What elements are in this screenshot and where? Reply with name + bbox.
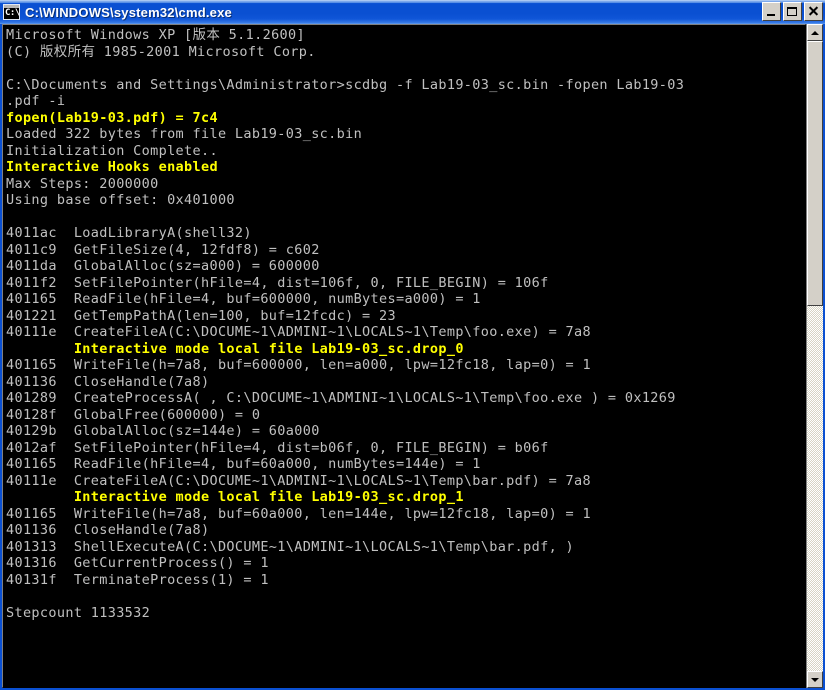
console-line: 401316 GetCurrentProcess() = 1 <box>6 555 269 571</box>
console-line: Initialization Complete.. <box>6 142 218 159</box>
cmd-window: C:\ C:\WINDOWS\system32\cmd.exe Microsof… <box>0 0 825 690</box>
console-line: 40111e CreateFileA(C:\DOCUME~1\ADMINI~1\… <box>6 472 591 489</box>
window-titlebar[interactable]: C:\ C:\WINDOWS\system32\cmd.exe <box>0 0 825 24</box>
console-line: 401136 CloseHandle(7a8) <box>6 373 210 390</box>
console-line: Interactive Hooks enabled <box>6 159 218 175</box>
console-line: 401165 WriteFile(h=7a8, buf=60a000, len=… <box>6 505 591 522</box>
console-line: Interactive mode local file Lab19-03_sc.… <box>6 489 464 505</box>
console-line: 401313 ShellExecuteA(C:\DOCUME~1\ADMINI~… <box>6 538 575 555</box>
console-line: Stepcount 1133532 <box>6 604 151 621</box>
console-line: 4011f2 SetFilePointer(hFile=4, dist=106f… <box>6 274 549 291</box>
console-line: 401165 ReadFile(hFile=4, buf=600000, num… <box>6 291 481 307</box>
console-line: 4011da GlobalAlloc(sz=a000) = 600000 <box>6 258 320 274</box>
console-line: 401289 CreateProcessA( , C:\DOCUME~1\ADM… <box>6 390 676 406</box>
console-line: 4011c9 GetFileSize(4, 12fdf8) = c602 <box>6 241 320 258</box>
scrollbar-track[interactable] <box>807 41 823 671</box>
scrollbar-thumb[interactable] <box>807 41 823 306</box>
console-line: (C) 版权所有 1985-2001 Microsoft Corp. <box>6 43 316 60</box>
close-button[interactable] <box>804 2 823 21</box>
vertical-scrollbar[interactable] <box>806 24 823 688</box>
console-text: Microsoft Windows XP [版本 5.1.2600] (C) 版权… <box>3 25 805 688</box>
console-line: 40129b GlobalAlloc(sz=144e) = 60a000 <box>6 423 320 439</box>
console-line: Using base offset: 0x401000 <box>6 192 235 208</box>
window-controls <box>762 2 823 21</box>
console-line: Interactive mode local file Lab19-03_sc.… <box>6 340 464 357</box>
console-line: 40111e CreateFileA(C:\DOCUME~1\ADMINI~1\… <box>6 324 591 340</box>
console-line: 401136 CloseHandle(7a8) <box>6 522 210 538</box>
scroll-up-button[interactable] <box>807 24 823 41</box>
window-client-area: Microsoft Windows XP [版本 5.1.2600] (C) 版权… <box>0 24 825 690</box>
scroll-down-button[interactable] <box>807 671 823 688</box>
chevron-up-icon <box>811 30 819 35</box>
console-line: 40128f GlobalFree(600000) = 0 <box>6 406 261 423</box>
window-title: C:\WINDOWS\system32\cmd.exe <box>25 4 232 20</box>
console-line: Microsoft Windows XP [版本 5.1.2600] <box>6 27 305 43</box>
console-line: C:\Documents and Settings\Administrator>… <box>6 76 685 93</box>
console-line: .pdf -i <box>6 93 66 109</box>
console-line: 4011ac LoadLibraryA(shell32) <box>6 225 252 241</box>
maximize-button[interactable] <box>783 2 802 21</box>
console-line: 401221 GetTempPathA(len=100, buf=12fcdc)… <box>6 307 396 324</box>
console-line: 4012af SetFilePointer(hFile=4, dist=b06f… <box>6 439 549 456</box>
cmd-console-icon: C:\ <box>3 4 20 20</box>
console-line: 401165 WriteFile(h=7a8, buf=600000, len=… <box>6 357 591 373</box>
chevron-down-icon <box>811 677 819 682</box>
console-line: Max Steps: 2000000 <box>6 175 159 192</box>
icon-prompt-text: C:\ <box>5 8 20 18</box>
console-line: Loaded 322 bytes from file Lab19-03_sc.b… <box>6 126 363 142</box>
console-line: 401165 ReadFile(hFile=4, buf=60a000, num… <box>6 456 481 472</box>
minimize-button[interactable] <box>762 2 781 21</box>
console-line: fopen(Lab19-03.pdf) = 7c4 <box>6 109 218 126</box>
console-line: 40131f TerminateProcess(1) = 1 <box>6 571 269 588</box>
console-output-panel[interactable]: Microsoft Windows XP [版本 5.1.2600] (C) 版权… <box>2 24 806 688</box>
